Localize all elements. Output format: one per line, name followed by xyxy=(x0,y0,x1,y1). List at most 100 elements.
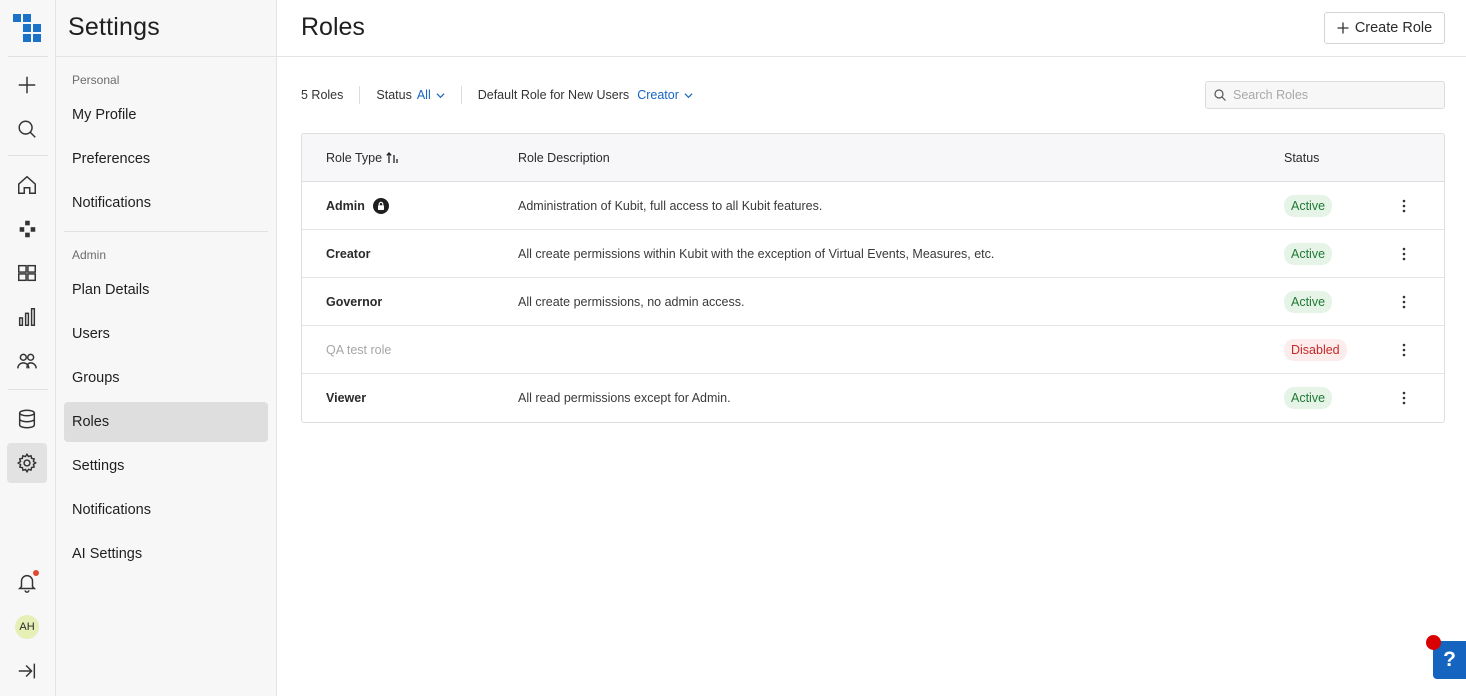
search-input[interactable] xyxy=(1233,88,1433,102)
status-badge: Active xyxy=(1284,195,1333,217)
table-row[interactable]: Viewer All read permissions except for A… xyxy=(302,374,1444,422)
role-name-cell: Creator xyxy=(326,230,370,278)
row-actions xyxy=(1396,278,1412,326)
chevron-down-icon xyxy=(436,92,445,98)
row-actions xyxy=(1396,374,1412,422)
plus-icon xyxy=(1337,22,1349,34)
sidebar-item-admin-notifications[interactable]: Notifications xyxy=(64,490,268,530)
status-badge: Active xyxy=(1284,243,1333,265)
status-cell: Active xyxy=(1284,230,1333,278)
status-badge: Active xyxy=(1284,387,1333,409)
settings-sidebar: Settings Personal My Profile Preferences… xyxy=(56,0,277,696)
status-cell: Active xyxy=(1284,278,1333,326)
role-name: QA test role xyxy=(326,343,392,357)
status-cell: Disabled xyxy=(1284,326,1347,374)
default-role-value: Creator xyxy=(637,88,679,102)
more-options-icon[interactable] xyxy=(1396,390,1412,406)
sidebar-item-roles[interactable]: Roles xyxy=(64,402,268,442)
search-icon[interactable] xyxy=(7,109,47,149)
sidebar-item-my-profile[interactable]: My Profile xyxy=(64,95,268,135)
sidebar-item-personal-notifications[interactable]: Notifications xyxy=(64,183,268,223)
role-count: 5 Roles xyxy=(301,88,344,102)
default-role-filter[interactable]: Default Role for New Users Creator xyxy=(478,88,693,102)
notification-dot xyxy=(33,570,39,576)
role-name: Admin xyxy=(326,199,365,213)
user-avatar[interactable]: AH xyxy=(7,607,47,647)
more-options-icon[interactable] xyxy=(1396,246,1412,262)
role-description: All create permissions within Kubit with… xyxy=(518,247,995,261)
home-icon[interactable] xyxy=(7,165,47,205)
sort-icon xyxy=(386,152,398,163)
roles-table: Role Type Role Description Status Admin … xyxy=(301,133,1445,423)
column-header-status: Status xyxy=(1284,151,1320,165)
row-actions xyxy=(1396,182,1412,230)
rail-divider xyxy=(8,155,48,156)
sidebar-header-divider xyxy=(56,56,276,57)
status-filter-label: Status xyxy=(376,88,412,102)
chevron-down-icon xyxy=(684,92,693,98)
lock-icon xyxy=(372,198,389,214)
sidebar-item-preferences[interactable]: Preferences xyxy=(64,139,268,179)
table-row[interactable]: QA test role Disabled xyxy=(302,326,1444,374)
sidebar-item-ai-settings[interactable]: AI Settings xyxy=(64,534,268,574)
table-row[interactable]: Governor All create permissions, no admi… xyxy=(302,278,1444,326)
bell-icon[interactable] xyxy=(7,563,47,603)
role-description: Administration of Kubit, full access to … xyxy=(518,199,823,213)
rail-divider xyxy=(8,56,48,57)
more-options-icon[interactable] xyxy=(1396,294,1412,310)
role-name-cell: QA test role xyxy=(326,326,391,374)
collapse-icon[interactable] xyxy=(7,651,47,691)
status-filter[interactable]: Status All xyxy=(376,88,445,102)
header-divider xyxy=(277,56,1466,57)
icon-rail: AH xyxy=(0,0,56,696)
role-description: All read permissions except for Admin. xyxy=(518,391,731,405)
status-badge: Active xyxy=(1284,291,1333,313)
sidebar-item-settings[interactable]: Settings xyxy=(64,446,268,486)
sidebar-item-groups[interactable]: Groups xyxy=(64,358,268,398)
help-notification-dot xyxy=(1426,635,1441,650)
database-icon[interactable] xyxy=(7,399,47,439)
status-cell: Active xyxy=(1284,374,1333,422)
filter-separator xyxy=(359,86,361,104)
column-header-role-description: Role Description xyxy=(518,151,610,165)
section-label-personal: Personal xyxy=(72,73,120,87)
people-icon[interactable] xyxy=(7,341,47,381)
bar-chart-icon[interactable] xyxy=(7,297,47,337)
filter-separator xyxy=(460,86,462,104)
more-options-icon[interactable] xyxy=(1396,198,1412,214)
table-row[interactable]: Admin Administration of Kubit, full acce… xyxy=(302,182,1444,230)
rail-divider xyxy=(8,389,48,390)
status-badge: Disabled xyxy=(1284,339,1347,361)
create-role-button[interactable]: Create Role xyxy=(1324,12,1445,44)
plus-icon[interactable] xyxy=(7,65,47,105)
sidebar-item-users[interactable]: Users xyxy=(64,314,268,354)
table-row[interactable]: Creator All create permissions within Ku… xyxy=(302,230,1444,278)
create-role-label: Create Role xyxy=(1354,20,1433,36)
kubit-logo-icon[interactable] xyxy=(13,14,41,42)
cluster-icon[interactable] xyxy=(7,209,47,249)
role-name: Viewer xyxy=(326,391,367,405)
role-name-cell: Governor xyxy=(326,278,382,326)
row-actions xyxy=(1396,230,1412,278)
search-roles xyxy=(1205,81,1445,109)
table-header: Role Type Role Description Status xyxy=(302,134,1444,182)
search-icon xyxy=(1214,89,1226,101)
default-role-label: Default Role for New Users xyxy=(477,88,630,102)
gear-icon[interactable] xyxy=(7,443,47,483)
dashboard-icon[interactable] xyxy=(7,253,47,293)
role-name-cell: Admin xyxy=(326,182,389,230)
sidebar-title: Settings xyxy=(68,13,160,41)
section-divider xyxy=(64,231,268,232)
column-header-role-type[interactable]: Role Type xyxy=(326,134,400,182)
page-title: Roles xyxy=(301,13,365,41)
sidebar-item-plan-details[interactable]: Plan Details xyxy=(64,270,268,310)
column-label: Role Type xyxy=(326,151,383,165)
main-content: Roles Create Role 5 Roles Status All Def… xyxy=(277,0,1466,696)
status-filter-value: All xyxy=(416,88,431,102)
more-options-icon[interactable] xyxy=(1396,342,1412,358)
section-label-admin: Admin xyxy=(72,248,107,262)
row-actions xyxy=(1396,326,1412,374)
role-name-cell: Viewer xyxy=(326,374,366,422)
role-name: Governor xyxy=(326,295,383,309)
role-name: Creator xyxy=(326,247,371,261)
